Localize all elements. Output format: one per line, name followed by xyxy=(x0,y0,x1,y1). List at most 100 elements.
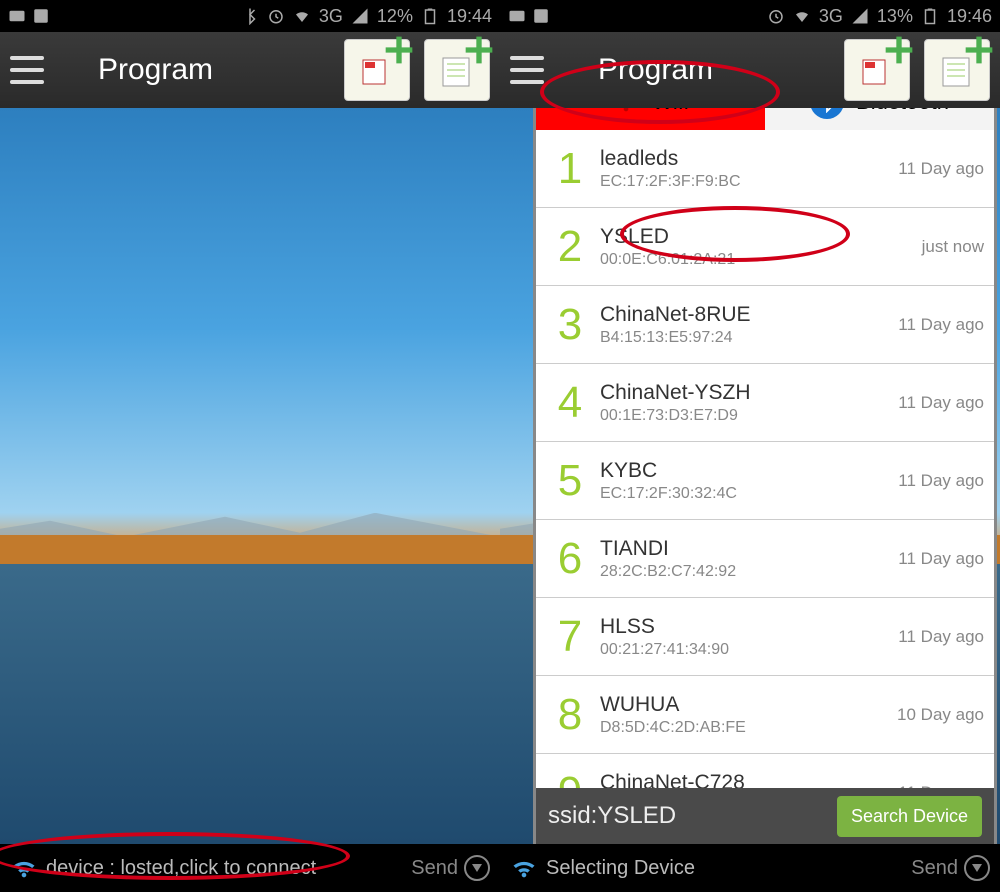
battery-icon xyxy=(921,7,939,25)
device-row[interactable]: 9ChinaNet-C728AC:6E:1A:ED:BB:4111 Day ag… xyxy=(536,754,994,788)
device-row[interactable]: 2YSLED 00:0E:C6:01:2A:21just now xyxy=(536,208,994,286)
device-name: leadleds xyxy=(600,147,898,171)
send-button[interactable]: Send xyxy=(411,855,490,881)
phone-left: 3G 12% 19:44 Program device : losted,cli… xyxy=(0,0,500,892)
device-name: TIANDI xyxy=(600,537,898,561)
device-row[interactable]: 7HLSS 00:21:27:41:34:9011 Day ago xyxy=(536,598,994,676)
device-time: 11 Day ago xyxy=(898,159,984,179)
device-index: 2 xyxy=(540,222,600,272)
search-device-button[interactable]: Search Device xyxy=(837,796,982,837)
send-label: Send xyxy=(411,857,458,880)
status-bar: 3G 13% 19:46 xyxy=(500,0,1000,32)
wifi-icon xyxy=(293,7,311,25)
device-name: ChinaNet-8RUE xyxy=(600,303,898,327)
battery-icon xyxy=(421,7,439,25)
network-label: 3G xyxy=(319,6,343,27)
device-name: WUHUA xyxy=(600,693,897,717)
device-list[interactable]: 1leadledsEC:17:2F:3F:F9:BC11 Day ago2YSL… xyxy=(536,130,994,788)
footer: device : losted,click to connect Send xyxy=(0,844,500,892)
device-mac: 00:0E:C6:01:2A:21 xyxy=(600,251,922,269)
image-icon xyxy=(32,7,50,25)
mail-icon xyxy=(8,7,26,25)
device-time: 11 Day ago xyxy=(898,549,984,569)
popup-footer: ssid:YSLED Search Device xyxy=(536,788,994,844)
send-button[interactable]: Send xyxy=(911,855,990,881)
clock: 19:44 xyxy=(447,6,492,27)
bluetooth-icon xyxy=(241,7,259,25)
device-mac: 00:21:27:41:34:90 xyxy=(600,641,898,659)
image-icon xyxy=(532,7,550,25)
device-row[interactable]: 6TIANDI 28:2C:B2:C7:42:9211 Day ago xyxy=(536,520,994,598)
device-index: 8 xyxy=(540,690,600,740)
download-icon xyxy=(464,855,490,881)
device-index: 4 xyxy=(540,378,600,428)
add-note-button[interactable] xyxy=(924,39,990,101)
plus-icon xyxy=(463,34,495,66)
battery-pct: 13% xyxy=(877,6,913,27)
wallpaper: Wifi Bluetooth 1leadleds EC:17:2F:3F:F9:B… xyxy=(500,108,1000,844)
device-name: ChinaNet-YSZH xyxy=(600,381,898,405)
battery-pct: 12% xyxy=(377,6,413,27)
tab-bluetooth[interactable]: Bluetooth xyxy=(765,108,994,130)
device-row[interactable]: 3ChinaNet-8RUEB4:15:13:E5:97:2411 Day ag… xyxy=(536,286,994,364)
device-time: 11 Day ago xyxy=(898,393,984,413)
status-bar: 3G 12% 19:44 xyxy=(0,0,500,32)
tab-wifi-label: Wifi xyxy=(652,108,689,115)
wifi-icon xyxy=(510,854,538,882)
plus-icon xyxy=(383,34,415,66)
device-index: 7 xyxy=(540,612,600,662)
device-index: 1 xyxy=(540,144,600,194)
device-row[interactable]: 4ChinaNet-YSZH 00:1E:73:D3:E7:D911 Day ag… xyxy=(536,364,994,442)
device-index: 5 xyxy=(540,456,600,506)
wallpaper xyxy=(0,108,500,844)
device-mac: 28:2C:B2:C7:42:92 xyxy=(600,563,898,581)
menu-icon[interactable] xyxy=(10,56,44,84)
device-status[interactable]: device : losted,click to connect xyxy=(46,857,403,880)
mail-icon xyxy=(508,7,526,25)
device-popup: Wifi Bluetooth 1leadleds EC:17:2F:3F:F9:B… xyxy=(536,108,994,844)
phone-right: 3G 13% 19:46 Program Wifi xyxy=(500,0,1000,892)
network-label: 3G xyxy=(819,6,843,27)
tab-bt-label: Bluetooth xyxy=(856,108,949,115)
tabs: Wifi Bluetooth xyxy=(536,108,994,130)
device-name: HLSS xyxy=(600,615,898,639)
add-program-button[interactable] xyxy=(844,39,910,101)
plus-icon xyxy=(883,34,915,66)
device-name: YSLED xyxy=(600,225,922,249)
device-index: 6 xyxy=(540,534,600,584)
device-index: 9 xyxy=(540,768,600,789)
device-name: ChinaNet-C728 xyxy=(600,771,898,789)
alarm-icon xyxy=(767,7,785,25)
clock: 19:46 xyxy=(947,6,992,27)
device-time: 11 Day ago xyxy=(898,627,984,647)
device-mac: D8:5D:4C:2D:AB:FE xyxy=(600,719,897,737)
device-time: 10 Day ago xyxy=(897,705,984,725)
page-title: Program xyxy=(58,53,330,87)
ssid-label: ssid:YSLED xyxy=(548,802,827,830)
device-index: 3 xyxy=(540,300,600,350)
download-icon xyxy=(964,855,990,881)
plus-icon xyxy=(963,34,995,66)
add-program-button[interactable] xyxy=(344,39,410,101)
device-row[interactable]: 1leadleds EC:17:2F:3F:F9:BC11 Day ago xyxy=(536,130,994,208)
device-mac: 00:1E:73:D3:E7:D9 xyxy=(600,407,898,425)
device-mac: EC:17:2F:3F:F9:BC xyxy=(600,173,898,191)
device-name: KYBC xyxy=(600,459,898,483)
signal-icon xyxy=(351,7,369,25)
device-mac: EC:17:2F:30:32:4C xyxy=(600,485,898,503)
wifi-icon xyxy=(10,854,38,882)
tab-wifi[interactable]: Wifi xyxy=(536,108,765,130)
device-time: just now xyxy=(922,237,984,257)
menu-icon[interactable] xyxy=(510,56,544,84)
footer: Selecting Device Send xyxy=(500,844,1000,892)
signal-icon xyxy=(851,7,869,25)
bluetooth-icon xyxy=(810,108,844,119)
device-time: 11 Day ago xyxy=(898,471,984,491)
alarm-icon xyxy=(267,7,285,25)
device-row[interactable]: 8WUHUA D8:5D:4C:2D:AB:FE10 Day ago xyxy=(536,676,994,754)
add-note-button[interactable] xyxy=(424,39,490,101)
device-mac: B4:15:13:E5:97:24 xyxy=(600,329,898,347)
page-title: Program xyxy=(558,53,830,87)
device-row[interactable]: 5KYBC EC:17:2F:30:32:4C11 Day ago xyxy=(536,442,994,520)
titlebar: Program xyxy=(500,32,1000,108)
